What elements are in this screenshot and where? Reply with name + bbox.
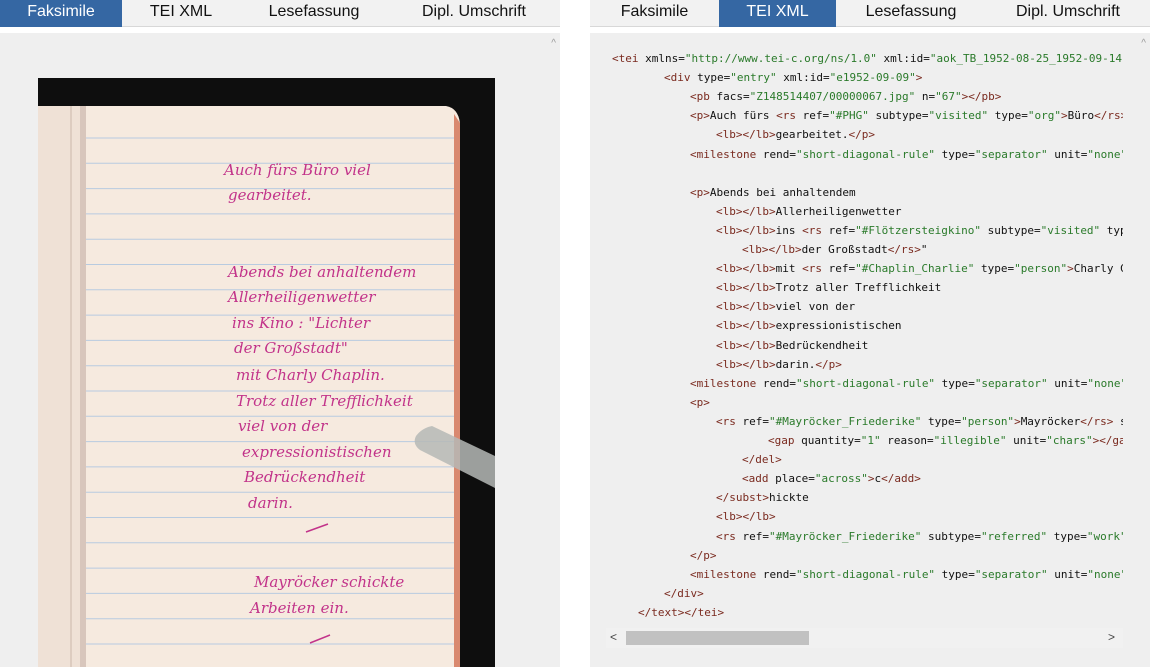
xml-line[interactable]: <rs ref="#Mayröcker_Friederike" subtype=… — [716, 527, 1123, 546]
xml-viewer[interactable]: <tei xmlns="http://www.tei-c.org/ns/1.0"… — [590, 33, 1150, 667]
xml-line[interactable]: </text></tei> — [638, 603, 724, 622]
xml-line[interactable]: <lb></lb>gearbeitet.</p> — [716, 125, 875, 144]
handwriting-line: Mayröcker schickte — [253, 573, 404, 591]
scroll-right-icon[interactable]: > — [1108, 630, 1115, 644]
xml-line[interactable]: <rs ref="#Mayröcker_Friederike" type="pe… — [716, 412, 1123, 431]
xml-line[interactable]: </subst>hickte — [716, 488, 809, 507]
handwriting-line: mit Charly Chaplin. — [236, 366, 385, 384]
scrollbar-thumb[interactable] — [626, 631, 809, 645]
xml-line[interactable]: <lb></lb>expressionistischen — [716, 316, 901, 335]
handwriting-line: darin. — [248, 494, 293, 512]
tab-dipl-umschrift[interactable]: Dipl. Umschrift — [986, 0, 1150, 27]
pane-divider — [560, 0, 590, 667]
handwriting-line: viel von der — [238, 417, 328, 435]
handwriting-line: Arbeiten ein. — [248, 599, 349, 617]
xml-line[interactable]: <p> — [690, 393, 710, 412]
xml-line[interactable]: <div type="entry" xml:id="e1952-09-09"> — [664, 68, 922, 87]
xml-line[interactable]: <milestone rend="short-diagonal-rule" ty… — [690, 145, 1123, 164]
xml-line[interactable]: </div> — [664, 584, 704, 603]
right-tab-bar: Faksimile TEI XML Lesefassung Dipl. Umsc… — [590, 0, 1150, 27]
handwriting-line: Bedrückendheit — [243, 468, 366, 486]
facsimile-image[interactable]: Auch fürs Büro viel gearbeitet. Abends bei… — [38, 78, 495, 667]
xml-line[interactable]: <lb></lb> — [716, 507, 776, 526]
tab-dipl-umschrift[interactable]: Dipl. Umschrift — [388, 0, 560, 27]
xml-line[interactable]: <add place="across">c</add> — [742, 469, 921, 488]
xml-code[interactable]: <tei xmlns="http://www.tei-c.org/ns/1.0"… — [590, 33, 1123, 628]
tab-lesefassung[interactable]: Lesefassung — [240, 0, 388, 27]
xml-line[interactable]: <gap quantity="1" reason="illegible" uni… — [768, 431, 1123, 450]
xml-line[interactable]: <lb></lb>mit <rs ref="#Chaplin_Charlie" … — [716, 259, 1123, 278]
left-tab-bar: Faksimile TEI XML Lesefassung Dipl. Umsc… — [0, 0, 560, 27]
handwriting-line: der Großstadt" — [234, 339, 348, 357]
xml-line[interactable]: </del> — [742, 450, 782, 469]
xml-line[interactable]: <p>Auch fürs <rs ref="#PHG" subtype="vis… — [690, 106, 1123, 125]
xml-line[interactable]: <pb facs="Z148514407/00000067.jpg" n="67… — [690, 87, 1001, 106]
facsimile-viewer[interactable]: ^ Auch fürs Büro viel gearbeitet. Abends b… — [0, 33, 560, 667]
xml-line[interactable]: <lb></lb>ins <rs ref="#Flötzersteigkino"… — [716, 221, 1123, 240]
handwriting-line: Trotz aller Trefflichkeit — [236, 392, 414, 410]
handwriting-line: gearbeitet. — [228, 186, 312, 204]
tab-faksimile[interactable]: Faksimile — [590, 0, 719, 27]
xml-line[interactable]: <lb></lb>Trotz aller Trefflichkeit — [716, 278, 941, 297]
tab-lesefassung[interactable]: Lesefassung — [836, 0, 986, 27]
xml-pane: Faksimile TEI XML Lesefassung Dipl. Umsc… — [590, 0, 1150, 667]
xml-line[interactable]: <milestone rend="short-diagonal-rule" ty… — [690, 374, 1123, 393]
xml-line[interactable]: <lb></lb>Bedrückendheit — [716, 336, 868, 355]
tab-tei-xml[interactable]: TEI XML — [719, 0, 836, 27]
xml-line[interactable]: <tei xmlns="http://www.tei-c.org/ns/1.0"… — [612, 49, 1123, 68]
xml-line[interactable]: </p> — [690, 546, 717, 565]
xml-line[interactable]: <p>Abends bei anhaltendem — [690, 183, 856, 202]
xml-line[interactable]: <lb></lb>viel von der — [716, 297, 855, 316]
xml-line[interactable]: <lb></lb>der Großstadt</rs>" — [742, 240, 927, 259]
scroll-up-icon[interactable]: ^ — [551, 38, 556, 49]
tab-tei-xml[interactable]: TEI XML — [122, 0, 240, 27]
xml-line[interactable]: <lb></lb>Allerheiligenwetter — [716, 202, 901, 221]
handwriting-line: expressionistischen — [242, 443, 392, 461]
scroll-left-icon[interactable]: < — [610, 630, 617, 644]
tab-faksimile[interactable]: Faksimile — [0, 0, 122, 27]
handwriting-line: Auch fürs Büro viel — [222, 161, 371, 179]
handwriting-line: Abends bei anhaltendem — [226, 263, 416, 281]
xml-line[interactable]: <lb></lb>darin.</p> — [716, 355, 842, 374]
notebook-page-drawing: Auch fürs Büro viel gearbeitet. Abends bei… — [38, 78, 495, 667]
xml-line[interactable]: <milestone rend="short-diagonal-rule" ty… — [690, 565, 1123, 584]
handwriting-line: ins Kino : "Lichter — [232, 314, 371, 332]
facsimile-pane: Faksimile TEI XML Lesefassung Dipl. Umsc… — [0, 0, 560, 667]
scroll-up-icon[interactable]: ^ — [1141, 38, 1146, 49]
handwriting-line: Allerheiligenwetter — [226, 288, 376, 306]
horizontal-scrollbar[interactable]: < > — [606, 628, 1123, 648]
